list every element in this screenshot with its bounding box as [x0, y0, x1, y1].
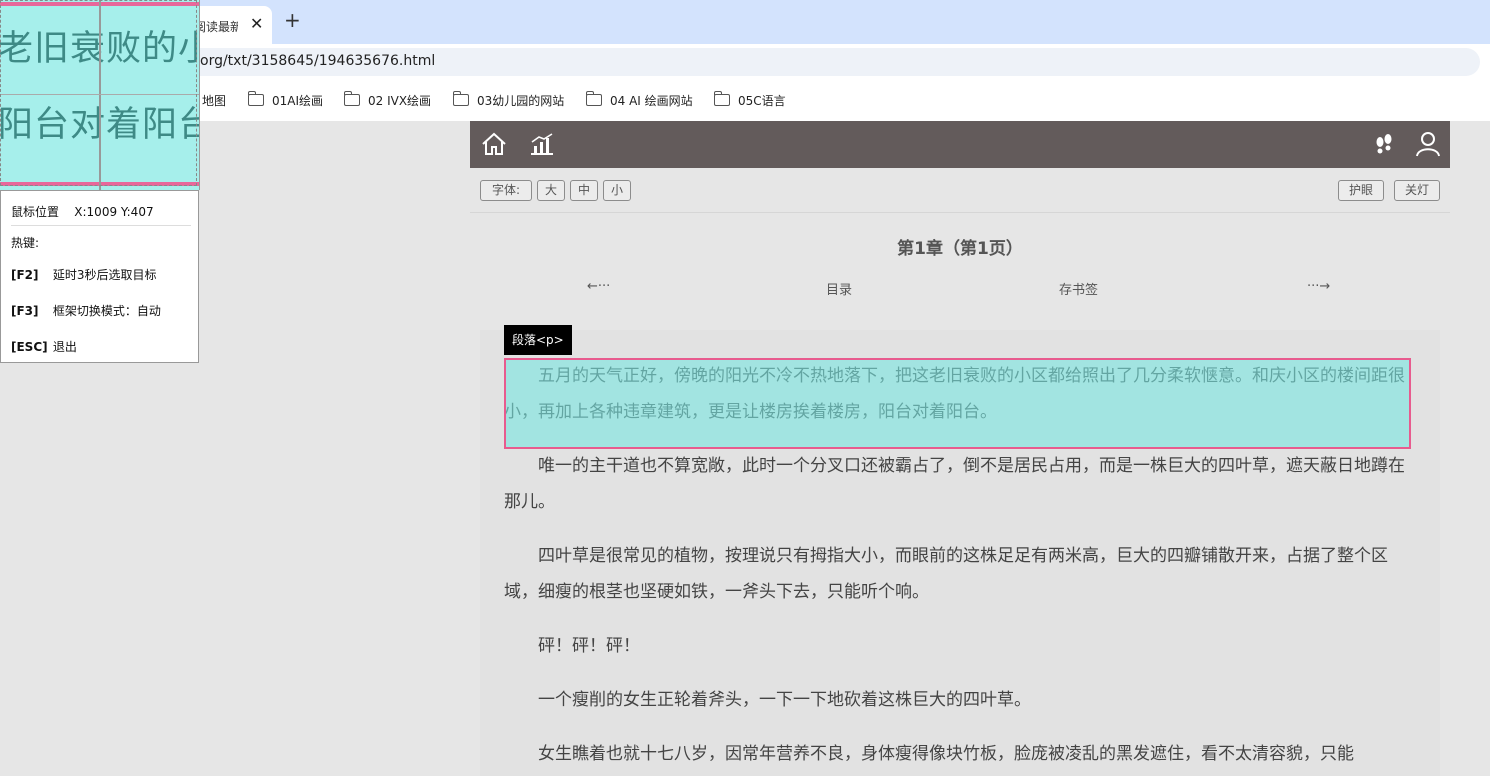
- hotkey-row: [F2] 延时3秒后选取目标: [11, 266, 156, 283]
- hotkey-desc: 延时3秒后选取目标: [52, 268, 157, 282]
- hotkey-key: [ESC]: [11, 340, 48, 354]
- font-small-button[interactable]: 小: [603, 180, 631, 201]
- font-medium-button[interactable]: 中: [570, 180, 598, 201]
- folder-icon: [343, 91, 360, 106]
- bookmark-folder-c-language[interactable]: 05C语言: [713, 91, 786, 109]
- reading-toolbar: 字体: 大 中 小 护眼 关灯: [470, 168, 1450, 213]
- inspector-magnifier: 老旧衰败的小 阳台对着阳台: [0, 0, 200, 190]
- new-tab-button[interactable]: +: [284, 8, 301, 32]
- url-text: org/txt/3158645/194635676.html: [200, 53, 436, 69]
- inspector-element-tag: 段落<p>: [504, 325, 572, 355]
- bookmark-label: 04 AI 绘画网站: [610, 94, 693, 108]
- address-bar: org/txt/3158645/194635676.html: [0, 44, 1490, 80]
- bookmark-label: 02 IVX绘画: [368, 94, 432, 108]
- save-bookmark-link[interactable]: 存书签: [1059, 279, 1098, 298]
- bookmarks-bar: 地图 01AI绘画 02 IVX绘画 03幼儿园的网站 04 AI 绘画网站 0…: [0, 80, 1490, 121]
- folder-icon: [247, 91, 264, 106]
- tab-close-icon[interactable]: ✕: [250, 14, 263, 33]
- bookmark-label: 地图: [202, 94, 227, 108]
- browser-tab-bar: 阅读最新 ✕ +: [0, 0, 1490, 44]
- hotkey-key: [F2]: [11, 268, 39, 282]
- site-header: [470, 121, 1450, 168]
- font-size-label: 字体:: [480, 180, 532, 201]
- inspector-info-panel: 鼠标位置 X:1009 Y:407 热键: [F2] 延时3秒后选取目标 [F3…: [0, 190, 199, 363]
- paragraph: 一个瘦削的女生正轮着斧头，一下一下地砍着这株巨大的四叶草。: [538, 690, 1031, 710]
- bookmark-label: 03幼儿园的网站: [477, 94, 565, 108]
- bookmark-map[interactable]: 地图: [202, 92, 226, 109]
- mouse-position-value: X:1009 Y:407: [74, 205, 154, 219]
- chapter-content: 五月的天气正好，傍晚的阳光不冷不热地落下，把这老旧衰败的小区都给照出了几分柔软惬…: [480, 330, 1440, 776]
- prev-page-link[interactable]: ←···: [587, 279, 610, 294]
- magnifier-frame: [0, 0, 197, 186]
- bookmark-label: 01AI绘画: [272, 94, 324, 108]
- tab-title: 阅读最新: [194, 20, 238, 34]
- paragraph: 五月的天气正好，傍晚的阳光不冷不热地落下，把这老旧衰败的小区都给照出了几分柔软惬…: [504, 366, 1405, 422]
- bookmark-folder-ivx[interactable]: 02 IVX绘画: [343, 91, 432, 109]
- hotkeys-title: 热键:: [11, 236, 40, 250]
- user-icon[interactable]: [1414, 130, 1442, 158]
- hotkey-row: [ESC] 退出: [11, 338, 77, 355]
- bookmark-folder-ai-sites[interactable]: 04 AI 绘画网站: [585, 91, 693, 109]
- font-large-button[interactable]: 大: [537, 180, 565, 201]
- paragraph-list: 五月的天气正好，傍晚的阳光不冷不热地落下，把这老旧衰败的小区都给照出了几分柔软惬…: [504, 330, 1410, 764]
- paragraph: 四叶草是很常见的植物，按理说只有拇指大小，而眼前的这株足足有两米高，巨大的四瓣铺…: [504, 546, 1388, 602]
- chart-icon[interactable]: [528, 130, 556, 158]
- eye-care-button[interactable]: 护眼: [1338, 180, 1384, 201]
- divider: [11, 225, 191, 226]
- paragraph: 女生瞧着也就十七八岁，因常年营养不良，身体瘦得像块竹板，脸庞被凌乱的黑发遮住，看…: [538, 744, 1354, 764]
- footprints-icon[interactable]: [1370, 130, 1398, 158]
- paragraph: 砰！砰！砰！: [538, 636, 640, 656]
- mouse-position-label: 鼠标位置: [11, 205, 60, 219]
- home-icon[interactable]: [480, 130, 508, 158]
- bookmark-folder-ai-painting[interactable]: 01AI绘画: [247, 91, 324, 109]
- chapter-title: 第1章（第1页）: [897, 239, 1023, 259]
- hotkey-row: [F3] 框架切换模式：自动: [11, 302, 161, 319]
- folder-icon: [452, 91, 469, 106]
- bookmark-label: 05C语言: [738, 94, 786, 108]
- hotkey-key: [F3]: [11, 304, 39, 318]
- bookmark-folder-kindergarten[interactable]: 03幼儿园的网站: [452, 91, 565, 109]
- hotkey-desc: 框架切换模式：自动: [52, 304, 161, 318]
- mouse-position-row: 鼠标位置 X:1009 Y:407: [11, 203, 154, 220]
- folder-icon: [585, 91, 602, 106]
- paragraph: 唯一的主干道也不算宽敞，此时一个分叉口还被霸占了，倒不是居民占用，而是一株巨大的…: [504, 456, 1405, 512]
- lights-off-button[interactable]: 关灯: [1394, 180, 1440, 201]
- table-of-contents-link[interactable]: 目录: [826, 279, 852, 298]
- next-page-link[interactable]: ···→: [1307, 279, 1330, 294]
- folder-icon: [713, 91, 730, 106]
- url-input[interactable]: org/txt/3158645/194635676.html: [10, 48, 1480, 76]
- hotkey-desc: 退出: [52, 340, 77, 354]
